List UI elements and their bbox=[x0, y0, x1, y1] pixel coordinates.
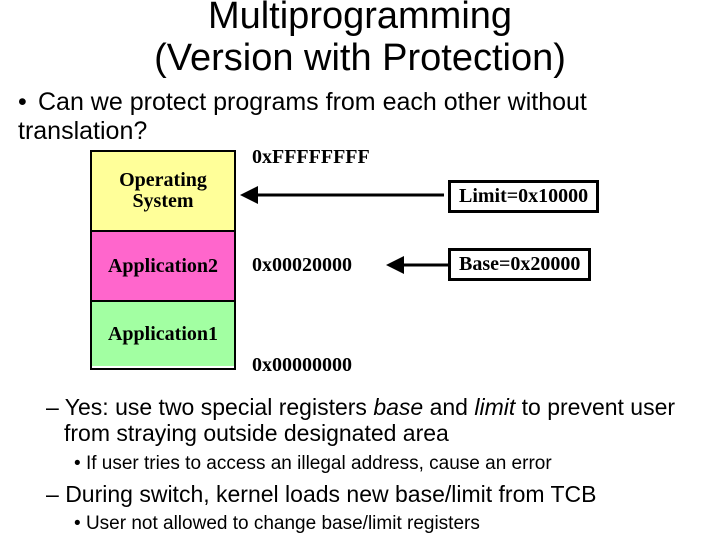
mem-region-app1: Application1 bbox=[92, 302, 234, 366]
answer-line4: • User not allowed to change base/limit … bbox=[74, 513, 702, 535]
ans-l1b: base bbox=[373, 394, 423, 420]
memory-diagram: Operating System Application2 Applicatio… bbox=[90, 150, 650, 385]
answer-line3: – During switch, kernel loads new base/l… bbox=[46, 481, 702, 507]
ans-l1a: Yes: use two special registers bbox=[65, 394, 374, 420]
answer-line2: • If user tries to access an illegal add… bbox=[74, 453, 702, 475]
ans-l2-text: If user tries to access an illegal addre… bbox=[86, 453, 552, 474]
mem-region-app2: Application2 bbox=[92, 232, 234, 302]
answer-block: – Yes: use two special registers base an… bbox=[18, 394, 702, 541]
base-register-box: Base=0x20000 bbox=[448, 248, 591, 281]
ans-l1d: limit bbox=[474, 394, 515, 420]
mem-region-os: Operating System bbox=[92, 152, 234, 232]
question-bullet: •Can we protect programs from each other… bbox=[18, 88, 698, 146]
addr-top: 0xFFFFFFFF bbox=[252, 146, 370, 169]
addr-mid: 0x00020000 bbox=[252, 254, 352, 277]
addr-bot: 0x00000000 bbox=[252, 354, 352, 377]
title-line1: Multiprogramming bbox=[208, 0, 512, 37]
memory-column: Operating System Application2 Applicatio… bbox=[90, 150, 236, 370]
answer-line1: – Yes: use two special registers base an… bbox=[46, 394, 702, 447]
ans-l4-text: User not allowed to change base/limit re… bbox=[86, 513, 480, 534]
question-text: Can we protect programs from each other … bbox=[18, 88, 587, 145]
slide-title: Multiprogramming (Version with Protectio… bbox=[0, 0, 720, 80]
ans-l3-text: During switch, kernel loads new base/lim… bbox=[65, 481, 596, 507]
limit-register-box: Limit=0x10000 bbox=[448, 180, 599, 213]
arrow-limit-icon bbox=[234, 185, 454, 205]
title-line2: (Version with Protection) bbox=[154, 37, 566, 79]
bullet-dot-icon: • bbox=[18, 88, 38, 117]
ans-l1c: and bbox=[423, 394, 474, 420]
